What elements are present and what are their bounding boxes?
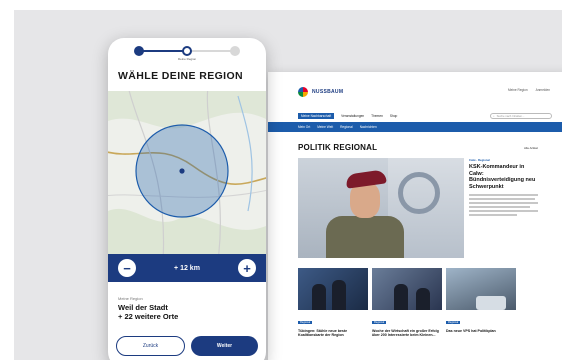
article-card-image xyxy=(372,268,442,310)
article-card-image xyxy=(446,268,516,310)
step-1-dot[interactable] xyxy=(134,46,144,56)
search-input[interactable]: ⌕ Suche nach Inhalten... xyxy=(490,113,552,119)
person-shape xyxy=(312,284,326,310)
mockup-stage: NUSSBAUM Meine Region Anmelden Meine Nac… xyxy=(14,10,562,360)
subnav-item-my-world[interactable]: Meine Welt xyxy=(317,125,333,129)
vehicle-shape xyxy=(476,296,506,310)
search-placeholder: Suche nach Inhalten... xyxy=(496,114,525,118)
desktop-website-mockup: NUSSBAUM Meine Region Anmelden Meine Nac… xyxy=(268,72,562,360)
logo-text: NUSSBAUM xyxy=(312,89,344,95)
subnav-item-regional[interactable]: Regional xyxy=(340,125,353,129)
step-label: Deine Region xyxy=(178,57,197,61)
hero-headline[interactable]: KSK-Kommandeur in Calw: Bündnisverteidig… xyxy=(469,164,538,190)
stepper-line-pending xyxy=(186,50,234,52)
radius-control: − + 12 km + xyxy=(108,254,266,282)
person-shape xyxy=(416,288,430,310)
sub-navigation: Mein Ort Meine Welt Regional Nachrichten xyxy=(268,122,562,132)
step-2-dot[interactable] xyxy=(182,46,192,56)
section-title: POLITIK REGIONAL xyxy=(298,143,378,152)
stepper-line-complete xyxy=(138,50,186,52)
back-button[interactable]: Zurück xyxy=(116,336,185,356)
beret-shape xyxy=(345,169,387,189)
article-card[interactable]: Regional Tübingen: Stühle neue beste Koa… xyxy=(298,268,368,338)
soldier-body-shape xyxy=(326,216,404,258)
subnav-item-my-place[interactable]: Mein Ort xyxy=(298,125,310,129)
progress-stepper: Deine Region xyxy=(134,46,244,61)
desktop-header: NUSSBAUM Meine Region Anmelden xyxy=(268,72,562,110)
article-cards: Regional Tübingen: Stühle neue beste Koa… xyxy=(298,268,538,338)
hero-tag: Calw · Regional xyxy=(469,158,490,162)
article-card-headline[interactable]: Woche der Wirtschaft ein großer Erfolg ü… xyxy=(372,329,442,338)
map-graphic xyxy=(108,91,266,254)
search-icon: ⌕ xyxy=(493,114,495,118)
article-card-headline[interactable]: Tübingen: Stühle neue beste Koalitionska… xyxy=(298,329,368,338)
next-button[interactable]: Weiter xyxy=(191,336,258,356)
radius-value: + 12 km xyxy=(174,264,200,272)
page-title: WÄHLE DEINE REGION xyxy=(118,70,244,82)
nav-item-neighborhood[interactable]: Meine Nachbarschaft xyxy=(298,113,335,119)
article-card-image xyxy=(298,268,368,310)
all-articles-link[interactable]: Alle Artikel xyxy=(524,146,538,150)
article-card-tag: Regional xyxy=(372,321,387,324)
article-card[interactable]: Regional Das neue VPS hat Politikplan xyxy=(446,268,516,338)
hero-teaser-lines xyxy=(469,194,538,216)
action-buttons: Zurück Weiter xyxy=(116,336,258,356)
hero-image xyxy=(298,158,464,258)
person-shape xyxy=(394,284,408,310)
emblem-icon xyxy=(398,172,440,214)
location-pin-icon xyxy=(179,168,185,174)
article-card-tag: Regional xyxy=(446,321,461,324)
selection-extra-places: + 22 weitere Orte xyxy=(118,311,179,321)
utility-region-link[interactable]: Meine Region xyxy=(508,88,528,92)
selection-label: Meine Region xyxy=(118,296,143,301)
phone-mockup: Deine Region WÄHLE DEINE REGION − + 12 k… xyxy=(108,38,266,360)
hero-text: Calw · Regional KSK-Kommandeur in Calw: … xyxy=(469,158,538,258)
hero-article[interactable]: Calw · Regional KSK-Kommandeur in Calw: … xyxy=(298,158,538,258)
section-header: POLITIK REGIONAL Alle Artikel xyxy=(298,143,538,152)
desktop-main-content: POLITIK REGIONAL Alle Artikel Calw · Reg… xyxy=(268,132,562,338)
person-shape xyxy=(332,280,346,310)
site-logo[interactable]: NUSSBAUM xyxy=(298,87,343,97)
utility-login-link[interactable]: Anmelden xyxy=(536,88,550,92)
selection-value: Weil der Stadt + 22 weitere Orte xyxy=(118,303,248,321)
increase-radius-button[interactable]: + xyxy=(237,259,256,277)
article-card-tag: Regional xyxy=(298,321,313,324)
logo-mark-icon xyxy=(298,87,308,97)
article-card[interactable]: Regional Woche der Wirtschaft ein großer… xyxy=(372,268,442,338)
article-card-headline[interactable]: Das neue VPS hat Politikplan xyxy=(446,329,516,333)
utility-links: Meine Region Anmelden xyxy=(508,88,550,92)
nav-item-events[interactable]: Veranstaltungen xyxy=(341,114,364,118)
nav-item-shop[interactable]: Shop xyxy=(390,114,397,118)
nav-item-topics[interactable]: Themen xyxy=(371,114,383,118)
subnav-item-news[interactable]: Nachrichten xyxy=(360,125,377,129)
main-navigation: Meine Nachbarschaft Veranstaltungen Them… xyxy=(268,110,562,122)
step-3-dot[interactable] xyxy=(230,46,240,56)
region-map[interactable] xyxy=(108,91,266,254)
decrease-radius-button[interactable]: − xyxy=(118,259,136,277)
